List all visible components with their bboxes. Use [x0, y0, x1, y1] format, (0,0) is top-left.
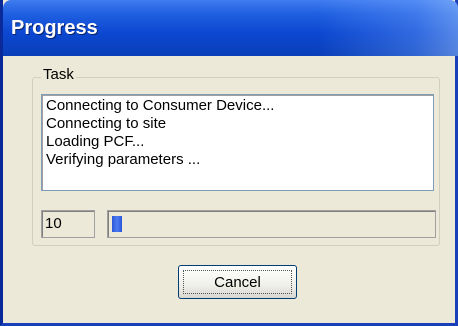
task-group-label: Task [41, 66, 76, 83]
progress-bar [107, 210, 436, 238]
progress-bar-fill [112, 216, 122, 232]
cancel-button[interactable]: Cancel [178, 265, 297, 299]
progress-dialog: Progress Task Connecting to Consumer Dev… [0, 0, 458, 326]
cancel-button-label: Cancel [214, 273, 261, 291]
task-log-list[interactable]: Connecting to Consumer Device... Connect… [41, 94, 434, 191]
log-line: Connecting to Consumer Device... [46, 97, 275, 114]
log-line: Loading PCF... [46, 133, 145, 150]
progress-value-field: 10 [41, 210, 95, 238]
window-title: Progress [11, 17, 98, 39]
progress-chunk [112, 216, 122, 232]
log-line: Verifying parameters ... [46, 151, 201, 168]
log-line: Connecting to site [46, 115, 167, 132]
title-bar-gloss [318, 0, 458, 56]
title-bar[interactable]: Progress [3, 0, 458, 56]
